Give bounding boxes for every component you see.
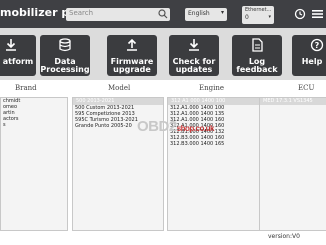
- connection-value: 0: [245, 14, 249, 21]
- database-icon: [59, 38, 71, 52]
- check-updates-button[interactable]: Check for updates: [169, 35, 219, 76]
- check-updates-label: Check for updates: [172, 57, 216, 74]
- brand-header: Brand: [15, 84, 37, 92]
- chevron-down-icon: ▾: [220, 9, 224, 16]
- download-icon: [189, 39, 199, 51]
- watermark-logo: OBD2shop.co.uk: [137, 118, 214, 135]
- search-input[interactable]: Search: [66, 8, 170, 21]
- brand-list[interactable]: chmidt omeo artin actors s: [0, 97, 68, 231]
- connection-label: Ethernet...: [245, 7, 272, 13]
- ecu-list[interactable]: MED 17.3.1 VS1345: [259, 97, 326, 231]
- platform-label: atform: [2, 57, 34, 66]
- download-icon: [6, 39, 16, 51]
- platform-button[interactable]: atform: [0, 35, 36, 76]
- log-feedback-label: Log feedback: [236, 57, 278, 74]
- document-icon: [252, 38, 263, 52]
- svg-text:?: ?: [315, 41, 320, 50]
- history-icon[interactable]: [294, 8, 306, 20]
- version-label: version:V0: [268, 233, 300, 240]
- menu-icon[interactable]: [312, 9, 323, 19]
- model-header: Model: [108, 84, 131, 92]
- firmware-upgrade-label: Firmware upgrade: [110, 57, 154, 74]
- connection-select[interactable]: Ethernet... 0 ▾: [242, 6, 274, 24]
- ecu-header: ECU: [298, 84, 315, 92]
- title-bar: mobilizer programm Search English ▾ Ethe…: [0, 0, 326, 28]
- search-placeholder: Search: [69, 9, 94, 17]
- ecu-selected-row[interactable]: MED 17.3.1 VS1345: [260, 98, 326, 105]
- search-icon[interactable]: [158, 9, 168, 19]
- brand-list-item[interactable]: s: [1, 122, 67, 128]
- language-value: English: [188, 10, 210, 17]
- toolbar: atform Data Processing Firmware upgrade …: [0, 28, 326, 80]
- help-icon: ?: [310, 38, 324, 52]
- help-label: Help: [301, 57, 323, 66]
- help-button[interactable]: ? Help: [292, 35, 326, 76]
- watermark-suffix: shop: [176, 124, 195, 133]
- chevron-down-icon: ▾: [268, 14, 271, 20]
- engine-header: Engine: [199, 84, 224, 92]
- engine-selected-row[interactable]: 312 A1 000 1400 100: [168, 98, 264, 105]
- upload-icon: [127, 38, 137, 51]
- firmware-upgrade-button[interactable]: Firmware upgrade: [107, 35, 157, 76]
- model-selected-row[interactable]: 500 2013-2021: [73, 98, 163, 105]
- log-feedback-button[interactable]: Log feedback: [232, 35, 282, 76]
- data-processing-button[interactable]: Data Processing: [40, 35, 90, 76]
- engine-list-item[interactable]: 312.B3.000 1400 165: [168, 141, 264, 147]
- language-select[interactable]: English ▾: [185, 8, 227, 21]
- data-processing-label: Data Processing: [40, 57, 90, 74]
- watermark-tld: .co.uk: [193, 124, 215, 133]
- watermark-brand: OBD2: [137, 118, 177, 135]
